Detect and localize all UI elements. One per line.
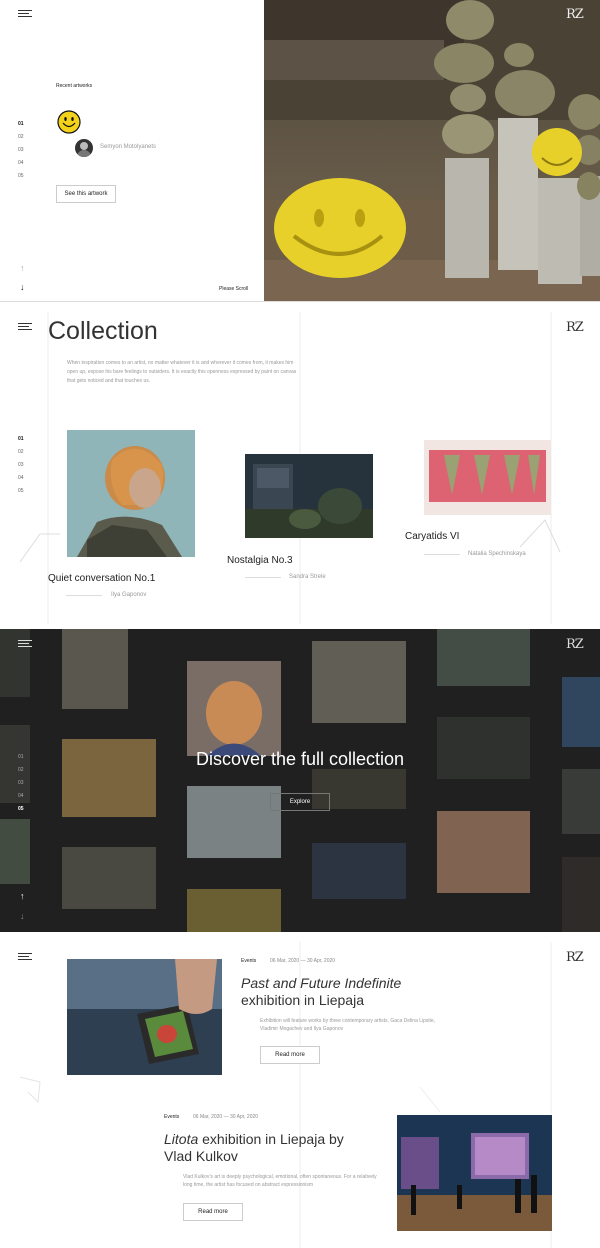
collection-thumbnail[interactable] [437, 811, 530, 893]
page-number[interactable]: 02 [18, 446, 24, 459]
brand-logo[interactable]: RZ [566, 637, 584, 652]
page-number[interactable]: 05 [18, 485, 24, 498]
artwork-author[interactable]: Sandra Strele [289, 574, 326, 580]
smiley-icon [57, 110, 81, 134]
read-more-button[interactable]: Read more [183, 1203, 243, 1221]
page-number[interactable]: 05 [18, 170, 24, 183]
discover-title: Discover the full collection [195, 749, 405, 769]
artwork-image[interactable] [424, 440, 551, 515]
menu-icon[interactable] [18, 953, 32, 961]
event-description: Vlad Kulkov’s art is deeply psychologica… [183, 1174, 377, 1188]
event-title-italic: Past and Future Indefinite [241, 975, 402, 991]
hero-sidebar: Recent artworks 01 02 03 04 05 Semyon Mo… [0, 0, 264, 301]
avatar [75, 139, 93, 157]
event-image[interactable] [67, 959, 222, 1075]
collection-thumbnail[interactable] [312, 641, 406, 723]
collection-thumbnail[interactable] [187, 786, 281, 858]
arrow-down-icon[interactable]: ↓ [20, 282, 25, 292]
slide-pagination: 01 02 03 04 05 [18, 118, 24, 183]
smiley-sculptures-image [264, 0, 600, 301]
event-title[interactable]: Litota exhibition in Liepaja by Vlad Kul… [164, 1131, 364, 1165]
page-number[interactable]: 01 [18, 118, 24, 131]
divider [245, 577, 281, 578]
collection-thumbnail[interactable] [312, 843, 406, 899]
events-section: RZ Events 06 Mar, 2020 — 30 Apr, 2020 Pa… [0, 942, 600, 1248]
collection-section: RZ Collection When inspiration comes to … [0, 312, 600, 624]
artwork-title[interactable]: Quiet conversation No.1 [48, 573, 155, 584]
event-description: Exhibition will feature works by three c… [260, 1018, 436, 1032]
recent-artworks-label: Recent artworks [56, 83, 93, 89]
menu-icon[interactable] [18, 10, 32, 18]
menu-icon[interactable] [18, 640, 32, 648]
arrow-up-icon[interactable]: ↑ [20, 263, 25, 273]
brand-logo[interactable]: RZ [566, 320, 584, 335]
page-number[interactable]: 04 [18, 157, 24, 170]
discover-section: RZ 01 02 03 04 05 Discover the full coll… [0, 629, 600, 932]
arrow-up-icon[interactable]: ↑ [20, 891, 25, 901]
event-date: 06 Mar, 2020 — 30 Apr, 2020 [193, 1114, 259, 1120]
collection-thumbnail[interactable] [0, 819, 30, 884]
page-number[interactable]: 04 [18, 790, 24, 803]
collection-thumbnail[interactable] [562, 769, 600, 834]
explore-button[interactable]: Explore [270, 793, 330, 811]
divider [66, 595, 102, 596]
collection-thumbnail[interactable] [562, 857, 600, 932]
artwork-title[interactable]: Caryatids VI [405, 531, 459, 542]
artwork-image[interactable] [67, 430, 195, 557]
collection-thumbnail[interactable] [62, 629, 128, 709]
arrow-down-icon[interactable]: ↓ [20, 911, 25, 921]
collection-thumbnail[interactable] [187, 889, 281, 932]
menu-icon[interactable] [18, 323, 32, 331]
event-category[interactable]: Events [241, 958, 256, 964]
collection-thumbnail[interactable] [562, 677, 600, 747]
page-number[interactable]: 04 [18, 472, 24, 485]
divider [424, 554, 460, 555]
artist-name[interactable]: Semyon Motolyanets [100, 144, 156, 150]
event-title[interactable]: Past and Future Indefinite exhibition in… [241, 975, 471, 1009]
artwork-image[interactable] [245, 454, 373, 538]
artwork-author[interactable]: Ilya Gaponov [111, 592, 146, 598]
artwork-title[interactable]: Nostalgia No.3 [227, 555, 293, 566]
page-number[interactable]: 01 [18, 433, 24, 446]
event-image[interactable] [397, 1115, 552, 1231]
page-number[interactable]: 03 [18, 459, 24, 472]
event-category[interactable]: Events [164, 1114, 179, 1120]
see-artwork-button[interactable]: See this artwork [56, 185, 116, 203]
page-number[interactable]: 02 [18, 131, 24, 144]
collection-thumbnail[interactable] [62, 847, 156, 909]
collection-thumbnail[interactable] [187, 661, 281, 756]
brand-logo[interactable]: RZ [566, 950, 584, 965]
page-title: Collection [48, 317, 158, 345]
artwork-author[interactable]: Natalia Spechinskaya [468, 551, 526, 557]
event-date: 06 Mar, 2020 — 30 Apr, 2020 [270, 958, 336, 964]
page-number[interactable]: 05 [18, 803, 24, 816]
event-title-italic: Litota [164, 1131, 199, 1147]
page-number[interactable]: 03 [18, 144, 24, 157]
hero-section: Recent artworks 01 02 03 04 05 Semyon Mo… [0, 0, 600, 302]
event-title-rest: exhibition in Liepaja [241, 992, 364, 1008]
scroll-hint: Please Scroll [219, 286, 249, 292]
collection-intro: When inspiration comes to an artist, no … [67, 360, 297, 384]
brand-logo[interactable]: RZ [566, 7, 584, 22]
read-more-button[interactable]: Read more [260, 1046, 320, 1064]
page-number[interactable]: 03 [18, 777, 24, 790]
collection-thumbnail[interactable] [437, 629, 530, 686]
slide-pagination: 01 02 03 04 05 [18, 433, 24, 498]
hero-artwork-photo[interactable]: RZ [264, 0, 600, 301]
